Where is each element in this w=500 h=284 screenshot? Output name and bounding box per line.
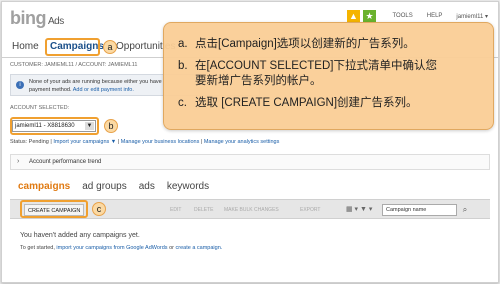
- logo-sub: Ads: [48, 16, 64, 27]
- performance-trend-bar[interactable]: › Account performance trend: [10, 154, 490, 170]
- step-badge-b: b: [104, 119, 118, 133]
- sub-tabs: campaigns ad groups ads keywords: [18, 181, 209, 192]
- chevron-right-icon[interactable]: ›: [17, 158, 19, 165]
- delete-button[interactable]: DELETE: [194, 207, 213, 213]
- payment-link[interactable]: Add or edit payment info.: [73, 87, 134, 93]
- step-badge-a: a: [103, 40, 117, 54]
- highlight-box-a: [45, 38, 100, 56]
- campaign-search-input[interactable]: Campaign name: [382, 204, 457, 216]
- customer-line: CUSTOMER: JAMIEML11 / ACCOUNT: JAMIEML11: [10, 62, 138, 68]
- analytics-settings-link[interactable]: Manage your analytics settings: [204, 139, 280, 145]
- subtab-ad-groups[interactable]: ad groups: [82, 181, 126, 192]
- import-adwords-link[interactable]: import your campaigns from Google AdWord…: [56, 245, 167, 251]
- step-badge-c: c: [92, 202, 106, 216]
- help-link[interactable]: HELP: [427, 13, 443, 20]
- instruction-callout: a. 点击[Campaign]选项以创建新的广告系列。 b. 在[ACCOUNT…: [163, 22, 494, 130]
- subtab-ads[interactable]: ads: [139, 181, 155, 192]
- tools-link[interactable]: TOOLS: [393, 13, 413, 20]
- account-selected-label: ACCOUNT SELECTED:: [10, 105, 70, 111]
- subtab-campaigns[interactable]: campaigns: [18, 181, 70, 192]
- instruction-b-key: b.: [178, 60, 188, 72]
- bing-ads-logo[interactable]: bing Ads: [10, 8, 64, 29]
- edit-button[interactable]: EDIT: [170, 207, 181, 213]
- tab-home[interactable]: Home: [12, 41, 39, 52]
- instruction-b-text-2: 要新增广告系列的帐户。: [195, 75, 322, 87]
- empty-state-help: To get started, import your campaigns fr…: [20, 245, 222, 251]
- filter-icon[interactable]: ▦ ▾ ▼ ▾: [346, 205, 372, 213]
- empty-state-title: You haven't added any campaigns yet.: [20, 232, 140, 239]
- status-line: Status: Pending | Import your campaigns …: [10, 139, 280, 145]
- instruction-c-text: 选取 [CREATE CAMPAIGN]创建广告系列。: [195, 97, 418, 109]
- empty-mid: or: [169, 245, 174, 251]
- alert-text-2: payment method. Add or edit payment info…: [29, 87, 134, 93]
- import-campaigns-link[interactable]: Import your campaigns ▼: [53, 139, 116, 145]
- subtab-keywords[interactable]: keywords: [167, 181, 209, 192]
- instruction-b: b. 在[ACCOUNT SELECTED]下拉式清单中确认您 要新增广告系列的…: [178, 59, 488, 91]
- app-window: bing Ads ▲ ★ TOOLS HELP jamieml11 ▾ Home …: [1, 1, 499, 283]
- empty-prefix: To get started,: [20, 245, 55, 251]
- instruction-a-key: a.: [178, 38, 188, 50]
- highlight-box-c: [20, 200, 88, 218]
- info-icon: i: [16, 81, 24, 89]
- status-prefix: Status: Pending |: [10, 139, 52, 145]
- instruction-a-text: 点击[Campaign]选项以创建新的广告系列。: [195, 38, 415, 50]
- bulk-changes-button[interactable]: MAKE BULK CHANGES: [224, 207, 279, 213]
- user-menu[interactable]: jamieml11 ▾: [456, 13, 488, 20]
- search-icon[interactable]: ⌕: [459, 204, 471, 216]
- trend-label: Account performance trend: [29, 159, 102, 165]
- instruction-b-text-1: 在[ACCOUNT SELECTED]下拉式清单中确认您: [195, 60, 437, 72]
- logo-text: bing: [10, 8, 47, 28]
- highlight-box-b: [10, 117, 99, 135]
- create-campaign-link[interactable]: create a campaign.: [176, 245, 223, 251]
- alert-text: None of your ads are running because eit…: [29, 79, 162, 85]
- business-locations-link[interactable]: Manage your business locations: [121, 139, 200, 145]
- export-button[interactable]: EXPORT: [300, 207, 320, 213]
- header-links: TOOLS HELP jamieml11 ▾: [393, 13, 489, 20]
- alert-line2: payment method.: [29, 87, 72, 93]
- instruction-c-key: c.: [178, 97, 187, 109]
